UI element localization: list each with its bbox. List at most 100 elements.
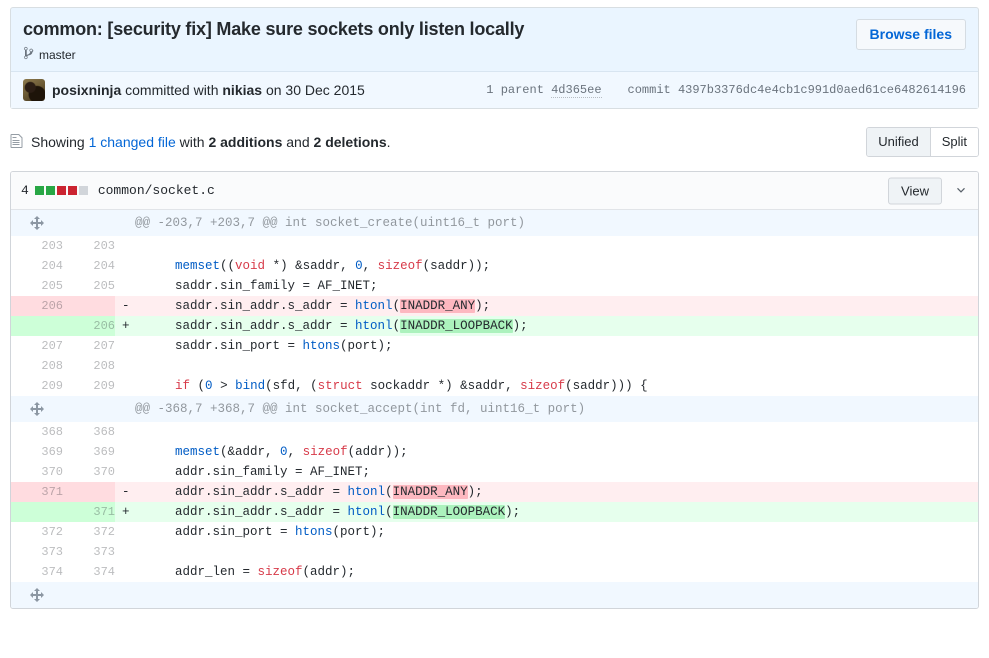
tab-unified[interactable]: Unified <box>867 128 931 156</box>
author-name[interactable]: posixninja <box>52 82 121 98</box>
diff-code-cell: addr.sin_family = AF_INET; <box>115 462 978 483</box>
diff-code-cell: + addr.sin_addr.s_addr = htonl(INADDR_LO… <box>115 502 978 523</box>
commit-authorship: posixninja committed with nikias on 30 D… <box>52 82 365 98</box>
diff-code-cell <box>115 542 978 563</box>
diff-code-cell: addr.sin_port = htons(port); <box>115 522 978 543</box>
commit-header-box: common: [security fix] Make sure sockets… <box>10 7 979 110</box>
git-branch-icon <box>23 46 34 63</box>
diff-code-cell: + saddr.sin_addr.s_addr = htonl(INADDR_L… <box>115 316 978 337</box>
new-line-number[interactable] <box>63 482 115 503</box>
hunk-gutter-spacer <box>63 582 115 609</box>
old-line-number[interactable]: 372 <box>11 522 63 543</box>
hunk-range-text: @@ -368,7 +368,7 @@ int socket_accept(in… <box>115 396 978 423</box>
new-line-number[interactable]: 370 <box>63 462 115 483</box>
old-line-number[interactable]: 370 <box>11 462 63 483</box>
new-line-number[interactable]: 209 <box>63 376 115 397</box>
diffstat-blocks <box>34 186 88 196</box>
and-text: and <box>286 134 310 151</box>
old-line-number[interactable]: 209 <box>11 376 63 397</box>
branch-row: master <box>23 46 966 63</box>
diffstat-block-add <box>45 186 55 196</box>
new-line-number[interactable]: 368 <box>63 422 115 443</box>
new-line-number[interactable]: 371 <box>63 502 115 523</box>
showing-prefix: Showing <box>31 134 85 151</box>
parent-label: 1 parent <box>486 83 544 98</box>
old-line-number[interactable]: 368 <box>11 422 63 443</box>
diff-line-ctx: 372 372 addr.sin_port = htons(port); <box>11 522 978 543</box>
file-diff-box: 4 common/socket.c View @@ -203,7 +203,7 … <box>10 171 979 610</box>
expand-hunk-button[interactable] <box>11 396 63 423</box>
new-line-number[interactable]: 374 <box>63 562 115 583</box>
hunk-gutter-spacer <box>63 210 115 237</box>
old-line-number[interactable]: 203 <box>11 236 63 257</box>
old-line-number[interactable] <box>11 502 63 523</box>
old-line-number[interactable] <box>11 316 63 337</box>
diff-code-cell: saddr.sin_port = htons(port); <box>115 336 978 357</box>
commit-date: on 30 Dec 2015 <box>265 82 365 99</box>
diff-code-cell: - saddr.sin_addr.s_addr = htonl(INADDR_A… <box>115 296 978 317</box>
new-line-number[interactable]: 205 <box>63 276 115 297</box>
diff-line-del: 206 - saddr.sin_addr.s_addr = htonl(INADD… <box>11 296 978 317</box>
diff-line-ctx: 207 207 saddr.sin_port = htons(port); <box>11 336 978 357</box>
expand-hunk-button[interactable] <box>11 582 63 609</box>
diff-line-ctx: 203 203 <box>11 236 978 257</box>
old-line-number[interactable]: 369 <box>11 442 63 463</box>
commit-page: common: [security fix] Make sure sockets… <box>0 7 989 658</box>
diffstat-block-del <box>67 186 77 196</box>
diff-hunk-header <box>11 582 978 609</box>
new-line-number[interactable]: 373 <box>63 542 115 563</box>
expand-hunk-button[interactable] <box>11 210 63 237</box>
diff-line-ctx: 373 373 <box>11 542 978 563</box>
diff-code-cell: memset(&addr, 0, sizeof(addr)); <box>115 442 978 463</box>
diffstat-block-del <box>56 186 66 196</box>
old-line-number[interactable]: 205 <box>11 276 63 297</box>
new-line-number[interactable]: 369 <box>63 442 115 463</box>
diff-summary-bar: Showing 1 changed file with 2 additions … <box>10 127 979 157</box>
chevron-down-icon[interactable] <box>954 184 968 198</box>
new-line-number[interactable]: 204 <box>63 256 115 277</box>
diff-code-cell <box>115 356 978 377</box>
branch-name[interactable]: master <box>39 48 76 62</box>
diff-code-cell: if (0 > bind(sfd, (struct sockaddr *) &s… <box>115 376 978 397</box>
old-line-number[interactable]: 208 <box>11 356 63 377</box>
browse-files-button[interactable]: Browse files <box>855 19 966 51</box>
commit-sha-group: 1 parent 4d365ee commit 4397b3376dc4e4cb… <box>486 83 966 99</box>
co-author-name[interactable]: nikias <box>222 82 262 98</box>
old-line-number[interactable]: 207 <box>11 336 63 357</box>
diffstat: 4 <box>21 183 88 198</box>
old-line-number[interactable]: 374 <box>11 562 63 583</box>
diff-line-ctx: 205 205 saddr.sin_family = AF_INET; <box>11 276 978 297</box>
new-line-number[interactable]: 206 <box>63 316 115 337</box>
old-line-number[interactable]: 373 <box>11 542 63 563</box>
period: . <box>386 134 391 151</box>
commit-meta-row: posixninja committed with nikias on 30 D… <box>11 71 978 109</box>
diff-hunk-header: @@ -203,7 +203,7 @@ int socket_create(ui… <box>11 210 978 237</box>
hunk-gutter-spacer <box>63 396 115 423</box>
diff-line-add: 371 + addr.sin_addr.s_addr = htonl(INADDR… <box>11 502 978 523</box>
diff-code-cell: addr_len = sizeof(addr); <box>115 562 978 583</box>
commit-sha[interactable]: 4397b3376dc4e4cb1c991d0aed61ce6482614196 <box>678 83 966 97</box>
deletions-count: 2 deletions <box>313 134 387 151</box>
changed-file-link[interactable]: 1 changed file <box>89 134 176 150</box>
new-line-number[interactable]: 372 <box>63 522 115 543</box>
file-path[interactable]: common/socket.c <box>98 183 215 198</box>
view-button[interactable]: View <box>888 177 942 205</box>
avatar[interactable] <box>23 79 45 102</box>
tab-split[interactable]: Split <box>930 128 978 156</box>
diff-hunk-header: @@ -368,7 +368,7 @@ int socket_accept(in… <box>11 396 978 423</box>
file-header: 4 common/socket.c View <box>11 172 978 211</box>
new-line-number[interactable] <box>63 296 115 317</box>
diff-code-cell: - addr.sin_addr.s_addr = htonl(INADDR_AN… <box>115 482 978 503</box>
old-line-number[interactable]: 206 <box>11 296 63 317</box>
old-line-number[interactable]: 371 <box>11 482 63 503</box>
hunk-range-text: @@ -203,7 +203,7 @@ int socket_create(ui… <box>115 210 978 237</box>
diff-table: @@ -203,7 +203,7 @@ int socket_create(ui… <box>11 210 978 609</box>
with-text: with <box>179 134 205 151</box>
diff-line-ctx: 368 368 <box>11 422 978 443</box>
diff-line-del: 371 - addr.sin_addr.s_addr = htonl(INADDR… <box>11 482 978 503</box>
new-line-number[interactable]: 207 <box>63 336 115 357</box>
old-line-number[interactable]: 204 <box>11 256 63 277</box>
parent-sha[interactable]: 4d365ee <box>551 83 602 99</box>
new-line-number[interactable]: 203 <box>63 236 115 257</box>
new-line-number[interactable]: 208 <box>63 356 115 377</box>
